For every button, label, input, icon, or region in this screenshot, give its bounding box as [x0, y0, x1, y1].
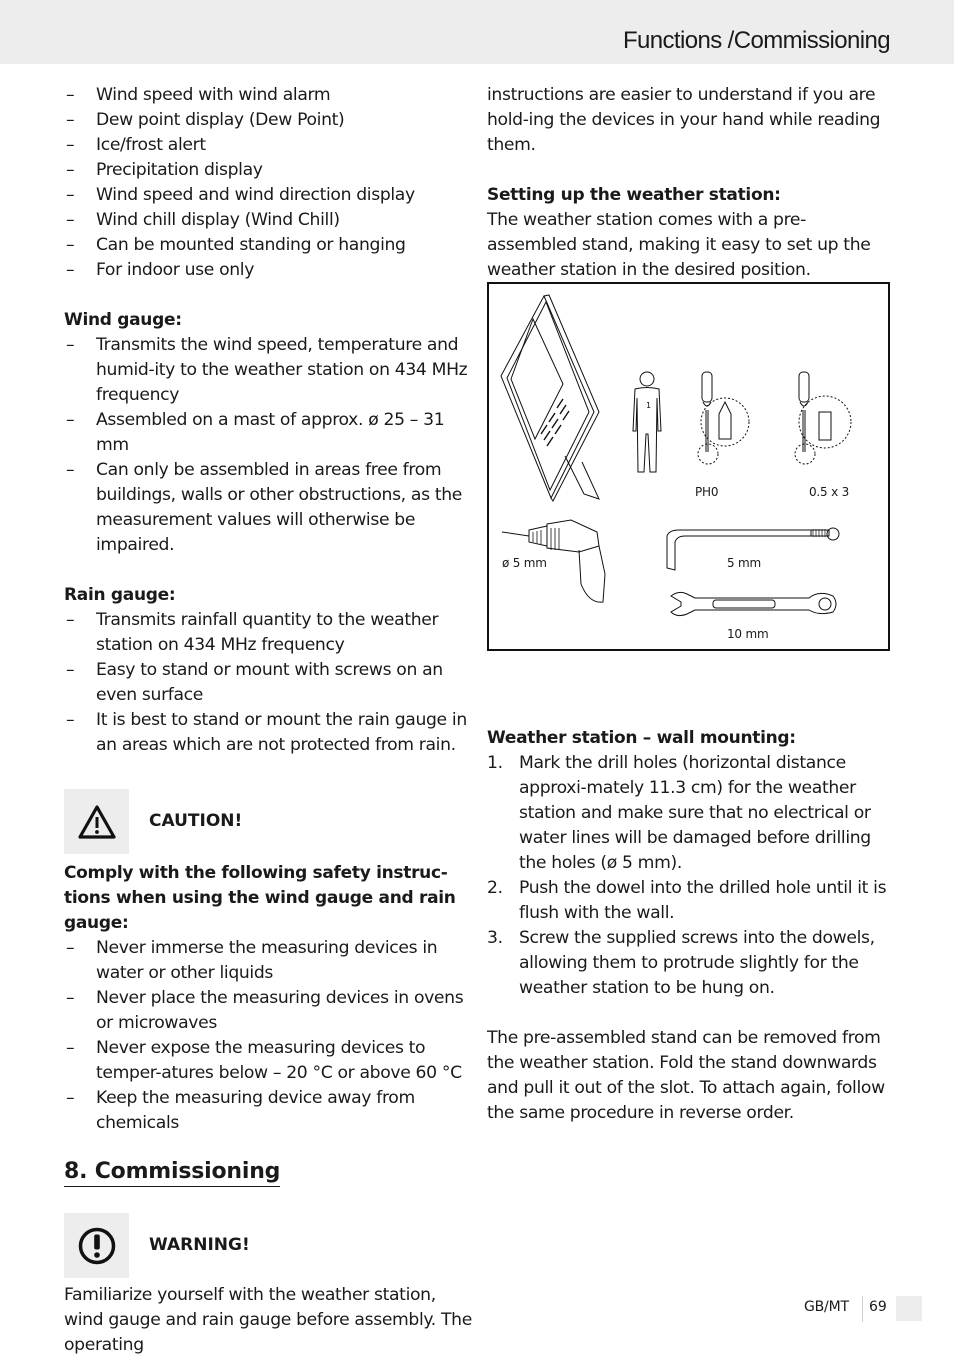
list-item: – Wind speed and wind direction display	[66, 185, 415, 205]
step-item: 1. Mark the drill holes (horizontal dista…	[487, 753, 871, 873]
list-item: – Never place the measuring devices in ov…	[66, 988, 464, 1033]
list-item: – Can be mounted standing or hanging	[66, 235, 406, 255]
rain-gauge-heading: Rain gauge:	[64, 585, 176, 605]
list-item: – Never expose the measuring devices to t…	[66, 1038, 462, 1083]
wall-mounting-steps: 1. Mark the drill holes (horizontal dista…	[487, 751, 893, 1001]
drill-label: ø 5 mm	[502, 556, 547, 570]
left-column: – Wind speed with wind alarm – Dew point d…	[64, 83, 474, 1358]
warning-icon-box	[64, 1213, 129, 1278]
continued-text: instructions are easier to understand if…	[487, 85, 881, 155]
weather-station-icon	[500, 294, 600, 502]
warning-notice: WARNING!	[64, 1213, 474, 1279]
person-icon: 1	[632, 371, 662, 473]
phillips-screwdriver-icon	[697, 371, 750, 465]
tools-figure: 1 PH0 0.5 x 3 ø 5 mm 5 mm 10 mm	[487, 282, 890, 651]
tools-illustration: 1	[500, 294, 852, 617]
list-item: – Wind chill display (Wind Chill)	[66, 210, 340, 230]
person-count: 1	[646, 401, 651, 410]
list-item: – Wind speed with wind alarm	[66, 85, 331, 105]
setup-heading: Setting up the weather station:	[487, 185, 781, 205]
list-item: – For indoor use only	[66, 260, 255, 280]
caution-list: – Never immerse the measuring devices in …	[64, 936, 474, 1136]
warning-triangle-icon	[77, 804, 116, 839]
hex-key-label: 5 mm	[727, 556, 762, 570]
warning-label: WARNING!	[149, 1235, 250, 1255]
caution-notice: CAUTION!	[64, 789, 474, 855]
slotted-screwdriver-icon	[794, 371, 852, 465]
slotted-label: 0.5 x 3	[809, 485, 850, 499]
wrench-label: 10 mm	[727, 627, 769, 641]
list-item: – Transmits the wind speed, temperature a…	[66, 335, 468, 405]
step-item: 2. Push the dowel into the drilled hole u…	[487, 878, 887, 923]
wall-mounting-heading: Weather station – wall mounting:	[487, 728, 796, 748]
list-item: – Can only be assembled in areas free fro…	[66, 460, 462, 555]
caution-label: CAUTION!	[149, 811, 243, 831]
list-item: – Precipitation display	[66, 160, 263, 180]
setup-text: The weather station comes with a pre-ass…	[487, 210, 871, 280]
list-item: – Never immerse the measuring devices in …	[66, 938, 438, 983]
list-item: – Dew point display (Dew Point)	[66, 110, 345, 130]
step-item: 3. Screw the supplied screws into the dow…	[487, 928, 875, 998]
footer-divider	[862, 1296, 863, 1322]
closing-text: The pre-assembled stand can be removed f…	[487, 1028, 885, 1123]
footer-tab	[896, 1296, 922, 1321]
page-header-title: Functions /Commissioning	[622, 27, 891, 54]
wind-gauge-heading: Wind gauge:	[64, 310, 182, 330]
phillips-label: PH0	[695, 485, 719, 499]
header-band: Functions /Commissioning	[0, 0, 954, 64]
page-number: 69	[869, 1299, 887, 1315]
list-item: – Easy to stand or mount with screws on a…	[66, 660, 443, 705]
caution-icon-box	[64, 789, 129, 854]
list-item: – Assembled on a mast of approx. ø 25 – 3…	[66, 410, 445, 455]
exclamation-circle-icon	[78, 1227, 115, 1264]
caution-intro: Comply with the following safety instruc…	[64, 863, 456, 933]
wind-gauge-list: – Transmits the wind speed, temperature a…	[64, 333, 474, 558]
list-item: – Transmits rainfall quantity to the weat…	[66, 610, 439, 655]
list-item: – It is best to stand or mount the rain g…	[66, 710, 467, 755]
list-item: – Keep the measuring device away from che…	[66, 1088, 415, 1133]
feature-list: – Wind speed with wind alarm – Dew point d…	[64, 83, 474, 283]
wrench-icon	[670, 591, 837, 617]
warning-text: Familiarize yourself with the weather st…	[64, 1285, 472, 1355]
rain-gauge-list: – Transmits rainfall quantity to the weat…	[64, 608, 474, 758]
section-title: 8. Commissioning	[64, 1158, 280, 1187]
footer-language: GB/MT	[804, 1299, 849, 1315]
list-item: – Ice/frost alert	[66, 135, 206, 155]
